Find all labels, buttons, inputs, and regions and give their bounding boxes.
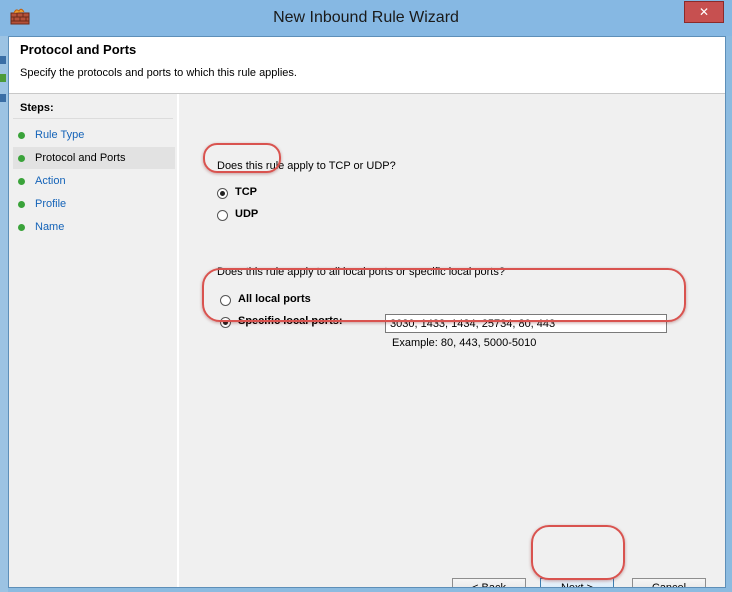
tcp-label: TCP	[235, 186, 257, 198]
content-panel: Does this rule apply to TCP or UDP? TCP …	[179, 94, 725, 587]
step-label: Protocol and Ports	[35, 152, 126, 164]
step-name[interactable]: Name	[13, 216, 175, 238]
tcp-radio[interactable]	[217, 188, 228, 199]
step-profile[interactable]: Profile	[13, 193, 175, 215]
step-status-icon	[18, 178, 25, 185]
background-icon	[0, 56, 6, 64]
steps-divider	[13, 118, 173, 119]
window-title: New Inbound Rule Wizard	[273, 9, 459, 26]
close-button[interactable]: ✕	[684, 1, 724, 23]
back-button[interactable]: < Back	[452, 578, 526, 587]
step-status-icon	[18, 132, 25, 139]
ports-question: Does this rule apply to all local ports …	[217, 266, 505, 278]
step-label: Rule Type	[35, 129, 85, 141]
ports-example: Example: 80, 443, 5000-5010	[392, 337, 537, 349]
wizard-client: Protocol and Ports Specify the protocols…	[8, 36, 726, 588]
step-rule-type[interactable]: Rule Type	[13, 124, 175, 146]
background-icon	[0, 94, 6, 102]
steps-label: Steps:	[20, 102, 54, 114]
specific-ports-label: Specific local ports:	[238, 315, 343, 327]
next-button[interactable]: Next >	[540, 578, 614, 587]
step-label: Name	[35, 221, 65, 233]
step-status-icon	[18, 201, 25, 208]
title-bar[interactable]: New Inbound Rule Wizard ✕	[0, 0, 732, 36]
close-icon: ✕	[698, 5, 710, 19]
all-ports-label: All local ports	[238, 293, 311, 305]
step-status-icon	[18, 224, 25, 231]
specific-ports-input[interactable]	[385, 314, 667, 333]
step-label: Profile	[35, 198, 67, 210]
steps-panel: Steps: Rule Type Protocol and Ports Acti…	[9, 94, 177, 587]
step-label: Action	[35, 175, 66, 187]
protocol-question: Does this rule apply to TCP or UDP?	[217, 160, 396, 172]
all-ports-radio[interactable]	[220, 295, 231, 306]
page-subtitle: Specify the protocols and ports to which…	[20, 67, 297, 79]
page-title: Protocol and Ports	[20, 42, 137, 57]
cancel-button[interactable]: Cancel	[632, 578, 706, 587]
background-icon	[0, 74, 6, 82]
specific-ports-radio[interactable]	[220, 317, 231, 328]
wizard-window: New Inbound Rule Wizard ✕ Protocol and P…	[0, 0, 732, 592]
wizard-header: Protocol and Ports Specify the protocols…	[9, 37, 725, 94]
step-protocol-and-ports[interactable]: Protocol and Ports	[13, 147, 175, 169]
udp-radio[interactable]	[217, 210, 228, 221]
udp-label: UDP	[235, 208, 259, 220]
step-status-icon	[18, 155, 25, 162]
background-window-edge	[0, 36, 8, 592]
step-action[interactable]: Action	[13, 170, 175, 192]
